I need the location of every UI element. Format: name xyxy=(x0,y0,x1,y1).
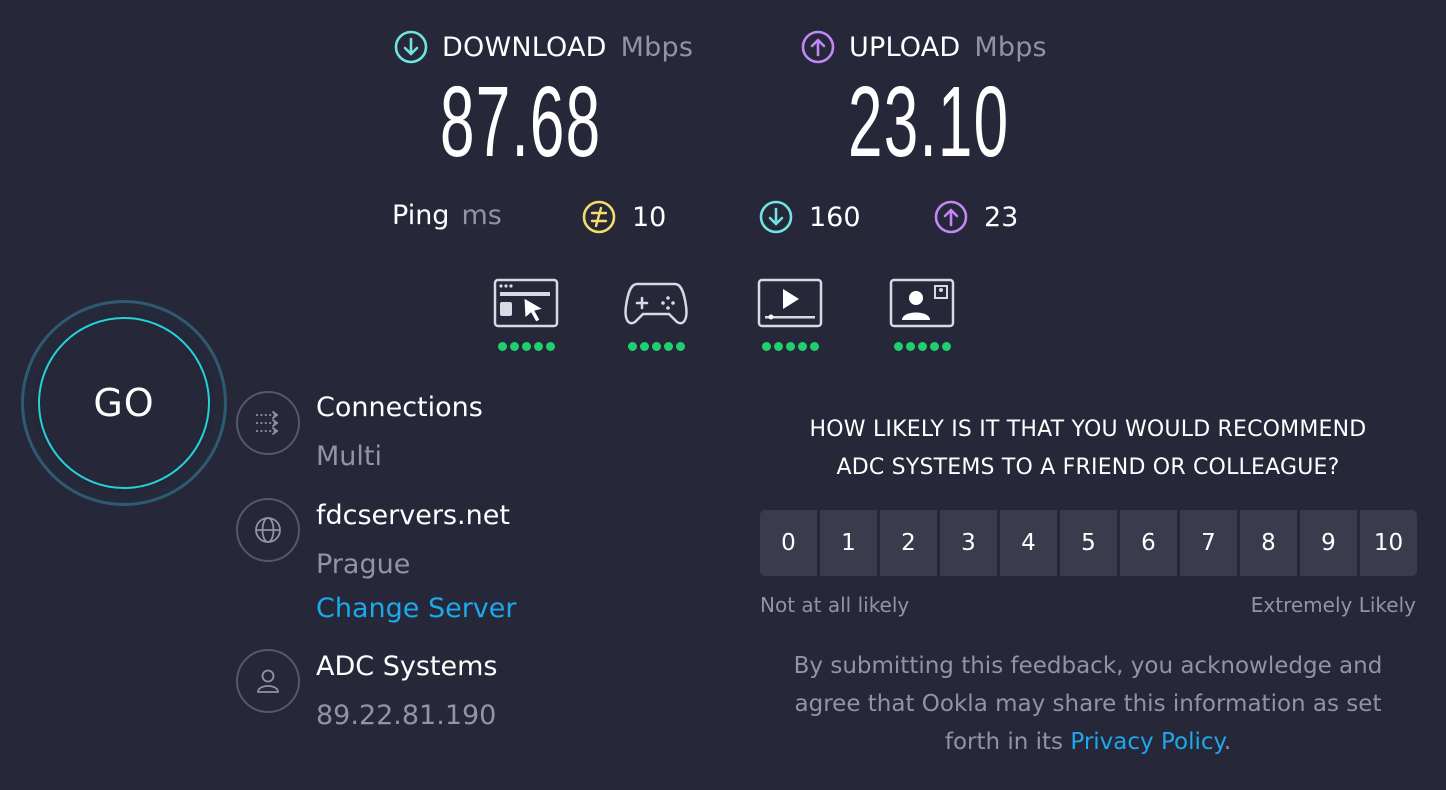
survey-scale: 0 1 2 3 4 5 6 7 8 9 10 xyxy=(760,510,1417,576)
upload-label: UPLOAD xyxy=(849,31,961,63)
change-server-link[interactable]: Change Server xyxy=(316,593,517,624)
privacy-policy-link[interactable]: Privacy Policy xyxy=(1070,729,1223,755)
upload-arrow-icon xyxy=(934,200,968,234)
provider-ip: 89.22.81.190 xyxy=(316,700,497,731)
connections-value[interactable]: Multi xyxy=(316,441,382,472)
score-5-button[interactable]: 5 xyxy=(1060,510,1117,576)
connections-icon-circle[interactable] xyxy=(236,391,300,455)
ping-unit: ms xyxy=(461,200,502,231)
survey-question: HOW LIKELY IS IT THAT YOU WOULD RECOMMEN… xyxy=(760,411,1416,487)
ping-idle-value: 10 xyxy=(632,201,667,233)
score-4-button[interactable]: 4 xyxy=(1000,510,1057,576)
upload-arrow-icon xyxy=(801,30,835,64)
quality-rating-dots xyxy=(889,342,955,351)
download-unit: Mbps xyxy=(620,31,694,63)
quality-video-chat xyxy=(889,278,955,351)
score-6-button[interactable]: 6 xyxy=(1120,510,1177,576)
download-arrow-icon xyxy=(759,200,793,234)
go-button-ring: GO xyxy=(21,300,227,506)
ping-label-group: Ping ms xyxy=(392,200,502,231)
ping-idle-icon xyxy=(582,200,616,234)
server-location: Prague xyxy=(316,549,411,580)
score-10-button[interactable]: 10 xyxy=(1360,510,1417,576)
score-7-button[interactable]: 7 xyxy=(1180,510,1237,576)
gaming-icon xyxy=(624,282,688,325)
quality-video-streaming xyxy=(757,278,823,351)
upload-value: 23.10 xyxy=(848,66,1010,178)
download-arrow-icon xyxy=(394,30,428,64)
ping-upload-value: 23 xyxy=(984,201,1019,233)
score-9-button[interactable]: 9 xyxy=(1300,510,1357,576)
quality-rating-dots xyxy=(623,342,689,351)
provider-name: ADC Systems xyxy=(316,651,498,682)
ping-download: 160 xyxy=(759,200,861,234)
upload-header: UPLOAD Mbps xyxy=(801,30,1047,64)
ping-label: Ping xyxy=(392,200,450,231)
video-chat-icon xyxy=(889,278,955,328)
upload-section: UPLOAD Mbps xyxy=(801,30,1047,64)
survey-question-line-1: HOW LIKELY IS IT THAT YOU WOULD RECOMMEN… xyxy=(809,417,1367,442)
disclaimer-line-3-prefix: forth in its xyxy=(944,729,1071,755)
upload-unit: Mbps xyxy=(974,31,1047,63)
server-name: fdcservers.net xyxy=(316,500,510,531)
scale-low-label: Not at all likely xyxy=(760,593,910,617)
download-value: 87.68 xyxy=(440,66,602,178)
score-0-button[interactable]: 0 xyxy=(760,510,817,576)
survey-disclaimer: By submitting this feedback, you acknowl… xyxy=(760,647,1416,761)
disclaimer-line-3: forth in its Privacy Policy. xyxy=(760,723,1416,761)
quality-gaming xyxy=(623,278,689,351)
download-label: DOWNLOAD xyxy=(442,31,607,63)
disclaimer-line-1: By submitting this feedback, you acknowl… xyxy=(793,653,1383,679)
provider-icon-circle xyxy=(236,649,300,713)
go-button[interactable]: GO xyxy=(38,317,210,489)
connections-icon xyxy=(256,411,279,435)
score-2-button[interactable]: 2 xyxy=(880,510,937,576)
download-header: DOWNLOAD Mbps xyxy=(394,30,693,64)
quality-rating-dots xyxy=(757,342,823,351)
ping-upload: 23 xyxy=(934,200,1018,234)
download-section: DOWNLOAD Mbps xyxy=(394,30,693,64)
connections-title: Connections xyxy=(316,392,483,423)
video-streaming-icon xyxy=(757,278,823,328)
score-1-button[interactable]: 1 xyxy=(820,510,877,576)
web-browsing-icon xyxy=(493,278,559,328)
quality-web-browsing xyxy=(493,278,559,351)
user-icon xyxy=(257,669,279,693)
scale-high-label: Extremely Likely xyxy=(1250,593,1416,617)
ping-idle: 10 xyxy=(582,200,666,234)
globe-icon xyxy=(255,517,281,543)
quality-rating-dots xyxy=(493,342,559,351)
disclaimer-line-2: agree that Ookla may share this informat… xyxy=(794,691,1382,717)
ping-download-value: 160 xyxy=(809,201,861,233)
score-8-button[interactable]: 8 xyxy=(1240,510,1297,576)
disclaimer-suffix: . xyxy=(1223,729,1232,755)
survey-question-line-2: ADC SYSTEMS TO A FRIEND OR COLLEAGUE? xyxy=(836,455,1340,480)
score-3-button[interactable]: 3 xyxy=(940,510,997,576)
server-icon-circle xyxy=(236,498,300,562)
